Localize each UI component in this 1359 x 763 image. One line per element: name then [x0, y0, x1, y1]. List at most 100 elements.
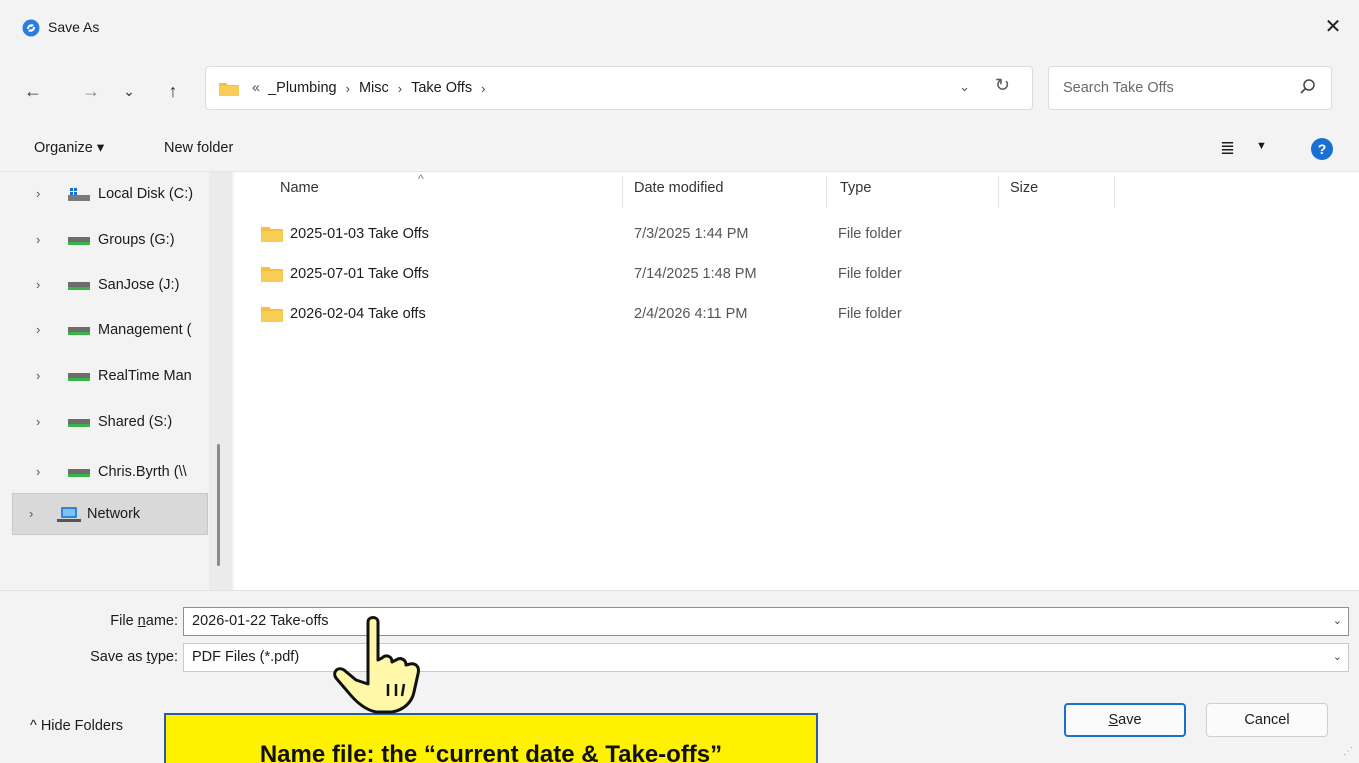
expand-chevron-icon[interactable]: › [36, 186, 40, 201]
file-name-label: File name: [110, 613, 178, 629]
recent-locations-button[interactable]: ⌄ [116, 78, 142, 104]
file-name: 2026-02-04 Take offs [290, 306, 426, 322]
sidebar-item-network[interactable]: › Network [12, 493, 208, 535]
file-type: File folder [838, 306, 902, 322]
network-drive-icon [68, 327, 90, 335]
address-bar[interactable]: « _Plumbing › Misc › Take Offs › ⌄ ↻ [205, 66, 1033, 110]
sidebar-item-realtime[interactable]: › RealTime Man [0, 356, 212, 398]
close-button[interactable]: ✕ [1319, 14, 1347, 42]
up-button[interactable]: ↑ [160, 78, 186, 104]
network-drive-icon [68, 469, 90, 477]
file-date: 7/14/2025 1:48 PM [634, 266, 757, 282]
search-placeholder: Search Take Offs [1063, 80, 1174, 96]
network-drive-icon [68, 237, 90, 245]
column-divider[interactable] [622, 176, 623, 208]
hide-folders-button[interactable]: ^ Hide Folders [30, 718, 123, 734]
refresh-icon[interactable]: ↻ [995, 75, 1010, 96]
sidebar-item-label: RealTime Man [98, 368, 192, 384]
expand-chevron-icon[interactable]: › [36, 368, 40, 383]
forward-button[interactable]: → [78, 78, 104, 104]
folder-icon [261, 267, 283, 282]
expand-chevron-icon[interactable]: › [36, 414, 40, 429]
column-divider[interactable] [826, 176, 827, 208]
file-type: File folder [838, 266, 902, 282]
sidebar-item-local-disk[interactable]: › Local Disk (C:) [0, 174, 212, 216]
sidebar-scrollbar[interactable] [209, 172, 232, 590]
expand-chevron-icon[interactable]: › [36, 232, 40, 247]
instruction-callout: Name file: the “current date & Take-offs… [164, 713, 818, 763]
breadcrumb: « _Plumbing › Misc › Take Offs › [248, 80, 490, 96]
close-icon: ✕ [1324, 16, 1342, 38]
network-icon [57, 507, 81, 522]
sidebar-item-label: Management ( [98, 322, 192, 338]
command-bar: Organize ▾ New folder ≣ ▼ ? [0, 128, 1359, 172]
save-type-value: PDF Files (*.pdf) [192, 649, 300, 665]
view-options-icon[interactable]: ≣ [1220, 138, 1235, 159]
sidebar-item-label: Chris.Byrth (\\ [98, 464, 187, 480]
cancel-button[interactable]: Cancel [1206, 703, 1328, 737]
view-dropdown-icon[interactable]: ▼ [1256, 140, 1267, 152]
scrollbar-thumb[interactable] [217, 444, 220, 566]
column-header-date-modified[interactable]: Date modified [634, 180, 723, 196]
chevron-right-icon[interactable]: › [393, 81, 407, 96]
save-button[interactable]: Save [1064, 703, 1186, 737]
chevron-down-icon[interactable]: ⌄ [1333, 614, 1342, 627]
sidebar-item-sanjose[interactable]: › SanJose (J:) [0, 265, 212, 307]
expand-chevron-icon[interactable]: › [36, 277, 40, 292]
pointing-hand-icon [333, 616, 420, 714]
sidebar-item-chris-byrth[interactable]: › Chris.Byrth (\\ [0, 452, 212, 494]
navigation-pane: › Local Disk (C:) › Groups (G:) › SanJos… [0, 172, 232, 590]
column-header-type[interactable]: Type [840, 180, 871, 196]
column-header-name[interactable]: Name [280, 180, 319, 196]
folder-icon [219, 83, 239, 96]
windows-drive-icon [68, 188, 90, 201]
sidebar-item-label: SanJose (J:) [98, 277, 180, 293]
folder-icon [261, 307, 283, 322]
breadcrumb-take-offs[interactable]: Take Offs [407, 80, 476, 96]
sidebar-item-groups[interactable]: › Groups (G:) [0, 220, 212, 262]
file-date: 2/4/2026 4:11 PM [634, 306, 748, 322]
help-icon[interactable]: ? [1311, 138, 1333, 160]
save-type-label: Save as type: [90, 649, 178, 665]
expand-chevron-icon[interactable]: › [36, 464, 40, 479]
file-name: 2025-01-03 Take Offs [290, 226, 429, 242]
expand-chevron-icon[interactable]: › [36, 322, 40, 337]
file-name: 2025-07-01 Take Offs [290, 266, 429, 282]
column-divider[interactable] [998, 176, 999, 208]
file-date: 7/3/2025 1:44 PM [634, 226, 749, 242]
chevron-right-icon[interactable]: › [476, 81, 490, 96]
new-folder-button[interactable]: New folder [164, 140, 233, 156]
file-list: ^ Name Date modified Type Size 2025-01-0… [234, 172, 1359, 590]
chevron-right-icon[interactable]: › [341, 81, 355, 96]
app-icon [22, 19, 40, 37]
title-bar: Save As ✕ [0, 0, 1359, 56]
sidebar-item-label: Shared (S:) [98, 414, 173, 430]
breadcrumb-overflow[interactable]: « [248, 80, 264, 96]
search-box[interactable]: Search Take Offs [1048, 66, 1332, 110]
address-dropdown-icon[interactable]: ⌄ [959, 79, 970, 95]
back-button[interactable]: ← [20, 78, 46, 104]
column-divider[interactable] [1114, 176, 1115, 208]
file-type: File folder [838, 226, 902, 242]
search-icon [1300, 79, 1315, 94]
file-name-value: 2026-01-22 Take-offs [192, 613, 329, 629]
callout-text: Name file: the “current date & Take-offs… [259, 741, 723, 763]
expand-chevron-icon[interactable]: › [29, 506, 33, 521]
resize-grip-icon[interactable]: ⋰ [1343, 746, 1353, 757]
sidebar-item-management[interactable]: › Management ( [0, 310, 212, 352]
network-drive-icon [68, 419, 90, 427]
sidebar-item-label: Local Disk (C:) [98, 186, 194, 202]
network-drive-icon [68, 373, 90, 381]
sidebar-item-label: Network [87, 506, 141, 522]
sort-ascending-icon: ^ [418, 172, 424, 186]
column-header-size[interactable]: Size [1010, 180, 1038, 196]
navigation-bar: ← → ⌄ ↑ « _Plumbing › Misc › Take Offs ›… [0, 56, 1359, 124]
window-title: Save As [48, 19, 100, 35]
sidebar-item-shared[interactable]: › Shared (S:) [0, 402, 212, 444]
network-drive-icon [68, 282, 90, 290]
sidebar-item-label: Groups (G:) [98, 232, 175, 248]
organize-button[interactable]: Organize ▾ [34, 140, 104, 156]
breadcrumb-misc[interactable]: Misc [355, 80, 393, 96]
breadcrumb-plumbing[interactable]: _Plumbing [264, 80, 341, 96]
chevron-down-icon[interactable]: ⌄ [1333, 650, 1342, 663]
